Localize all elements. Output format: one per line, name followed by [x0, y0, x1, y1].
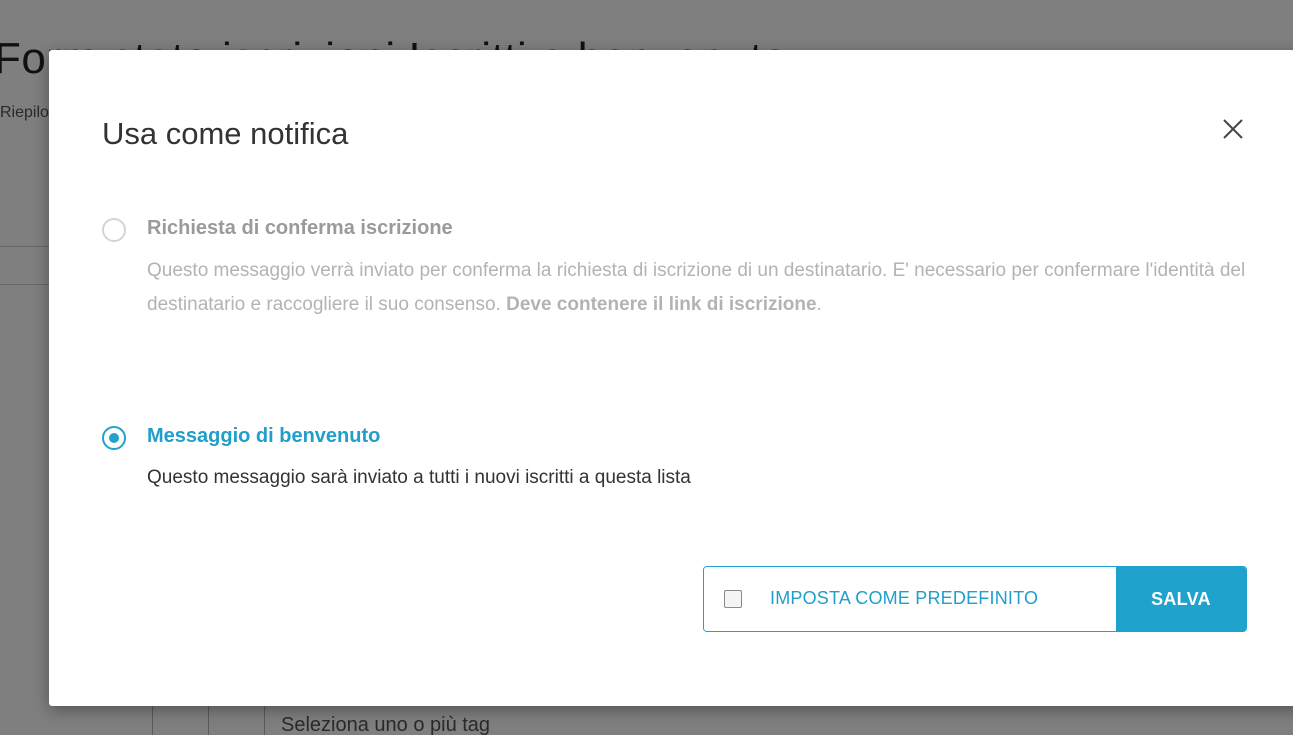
radio-welcome-message[interactable] — [102, 426, 126, 450]
radio-selected-dot — [109, 433, 119, 443]
option-description: Questo messaggio sarà inviato a tutti i … — [147, 467, 691, 488]
set-default-toggle[interactable]: IMPOSTA COME PREDEFINITO — [704, 567, 1116, 631]
notification-modal: Usa come notifica Richiesta di conferma … — [49, 50, 1293, 706]
close-icon — [1223, 119, 1243, 139]
option-label[interactable]: Richiesta di conferma iscrizione — [147, 217, 453, 240]
option-description-end: . — [816, 294, 822, 315]
set-default-label[interactable]: IMPOSTA COME PREDEFINITO — [770, 588, 1038, 609]
set-default-checkbox[interactable] — [724, 590, 742, 608]
modal-title: Usa come notifica — [102, 116, 349, 151]
modal-actions: IMPOSTA COME PREDEFINITO SALVA — [703, 566, 1247, 632]
radio-subscription-confirmation[interactable] — [102, 218, 126, 242]
option-description-required: Deve contenere il link di iscrizione — [506, 294, 817, 315]
option-description: Questo messaggio verrà inviato per confe… — [147, 254, 1257, 322]
save-button[interactable]: SALVA — [1116, 567, 1246, 631]
close-button[interactable] — [1220, 116, 1246, 142]
option-label[interactable]: Messaggio di benvenuto — [147, 425, 380, 448]
